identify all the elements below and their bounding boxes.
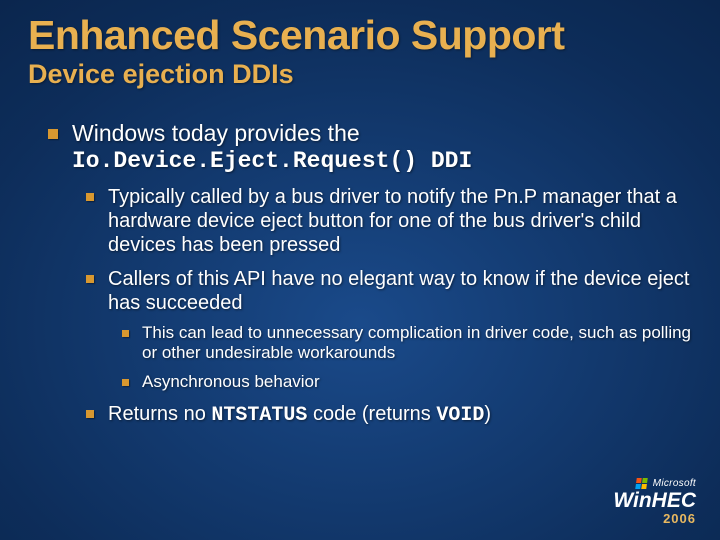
bullet-item: This can lead to unnecessary complicatio… (142, 323, 692, 364)
bullet-item: Returns no NTSTATUS code (returns VOID) (108, 402, 692, 428)
bullet-text: This can lead to unnecessary complicatio… (142, 323, 691, 362)
bullet-text: Asynchronous behavior (142, 372, 320, 391)
bullet-text: Typically called by a bus driver to noti… (108, 186, 677, 256)
bullet-text: Callers of this API have no elegant way … (108, 268, 689, 314)
bullet-list-level1: Windows today provides the Io.Device.Eje… (28, 120, 692, 428)
code-text: Io.Device.Eject.Request() (72, 148, 417, 174)
bullet-text: Returns no (108, 403, 211, 425)
logo-year-text: 2006 (613, 511, 696, 526)
microsoft-flag-icon (635, 478, 648, 489)
bullet-item: Windows today provides the Io.Device.Eje… (72, 120, 692, 428)
slide: Enhanced Scenario Support Device ejectio… (0, 0, 720, 428)
bullet-list-level2: Typically called by a bus driver to noti… (72, 185, 692, 428)
winhec-logo: Microsoft WinHEC 2006 (613, 478, 696, 526)
code-text: NTSTATUS (211, 404, 307, 427)
bullet-item: Callers of this API have no elegant way … (108, 267, 692, 392)
slide-title: Enhanced Scenario Support (28, 14, 692, 57)
bullet-item: Asynchronous behavior (142, 372, 692, 392)
code-text: VOID (436, 404, 484, 427)
bullet-item: Typically called by a bus driver to noti… (108, 185, 692, 257)
bullet-text: Windows today provides the (72, 120, 360, 146)
bullet-text: code (returns (307, 403, 436, 425)
bullet-text: DDI (417, 148, 472, 174)
bullet-list-level3: This can lead to unnecessary complicatio… (108, 323, 692, 392)
logo-microsoft-text: Microsoft (653, 478, 696, 489)
logo-brand-text: WinHEC (613, 489, 696, 513)
bullet-text: ) (484, 403, 491, 425)
slide-subtitle: Device ejection DDIs (28, 59, 692, 90)
